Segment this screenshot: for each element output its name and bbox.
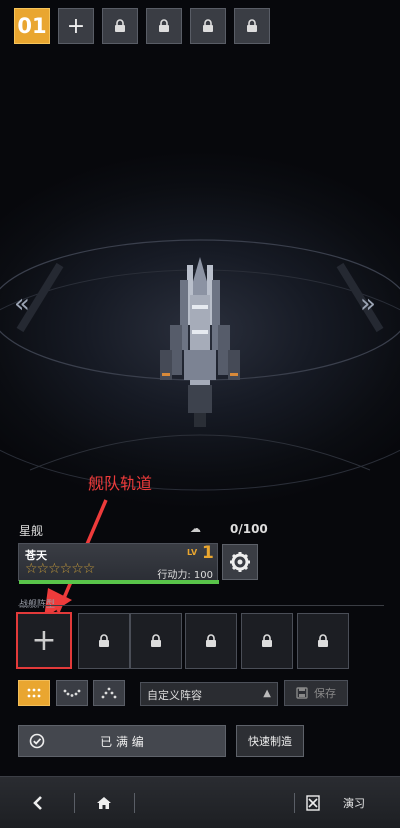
add-fleet-tab-button[interactable]: + [58,8,94,44]
separator [134,793,135,813]
separator [74,793,75,813]
drill-label: 演习 [343,796,365,810]
back-icon [33,795,42,810]
cloud-icon: ☁ [190,522,201,535]
locked-fleet-tab[interactable] [146,8,182,44]
ship-card[interactable]: 苍天 ☆☆☆☆☆☆ LV 1 行动力: 100 [18,543,219,584]
lock-icon [262,634,272,647]
prev-ship-arrow[interactable]: « [14,289,30,319]
quick-build-button[interactable]: 快速制造 [236,725,304,757]
full-fleet-button[interactable]: 已 满 编 [18,725,226,757]
drill-icon-button[interactable] [302,777,324,828]
level-value: 1 [202,543,214,563]
locked-slot[interactable] [78,613,130,669]
fleet-tab-01[interactable]: 01 [14,8,50,44]
lock-icon [203,19,213,32]
formation-select-value: 自定义阵容 [147,689,202,702]
formation-arc-button[interactable] [56,680,88,706]
home-button[interactable] [88,777,120,828]
gear-icon [230,552,250,572]
plus-icon: + [31,622,57,658]
formation-arc-icon [63,689,81,697]
bottom-bar: 演习 [0,776,400,828]
ship-count: 0/100 [230,522,268,536]
formation-select[interactable]: 自定义阵容 ▲ [140,682,278,706]
locked-fleet-tab[interactable] [102,8,138,44]
back-button[interactable] [22,777,54,828]
locked-slot[interactable] [185,613,237,669]
formation-grid-icon [27,688,41,698]
lock-icon [115,19,125,32]
locked-slot[interactable] [297,613,349,669]
track-section-label: 战舰阵型 [19,600,56,610]
lock-icon [159,19,169,32]
fleet-tabs: 01 + [14,8,270,44]
level-label: LV [187,548,198,557]
starship-section-label: 星舰 [19,524,44,538]
locked-fleet-tab[interactable] [234,8,270,44]
separator [294,793,295,813]
save-icon [296,687,308,699]
locked-slot[interactable] [130,613,182,669]
caret-up-icon: ▲ [263,688,271,699]
lock-icon [151,634,161,647]
hp-bar [19,580,219,584]
locked-fleet-tab[interactable] [190,8,226,44]
drill-button[interactable]: 演习 [332,777,376,828]
crossed-swords-icon [306,794,320,811]
full-fleet-label: 已 满 编 [100,734,144,749]
add-ship-slot[interactable]: + [16,612,72,669]
lock-icon [206,634,216,647]
lock-icon [247,19,257,32]
fleet-tab-label: 01 [17,14,47,38]
next-ship-arrow[interactable]: » [360,289,376,319]
save-formation-button[interactable]: 保存 [284,680,348,706]
check-circle-icon [29,733,45,749]
quick-build-label: 快速制造 [248,735,292,748]
save-label: 保存 [314,687,336,700]
divider [18,605,384,606]
lock-icon [99,634,109,647]
formation-grid-button[interactable] [18,680,50,706]
starship-model [160,257,240,427]
lock-icon [318,634,328,647]
locked-slot[interactable] [241,613,293,669]
home-icon [97,796,111,809]
ship-settings-button[interactable] [222,544,258,580]
action-power: 行动力: 100 [157,570,213,581]
formation-wedge-button[interactable] [93,680,125,706]
star-rating: ☆☆☆☆☆☆ [25,561,95,577]
formation-wedge-icon [101,687,117,699]
plus-icon: + [66,13,86,39]
fleet-track-annotation: 舰队轨道 [88,474,153,493]
